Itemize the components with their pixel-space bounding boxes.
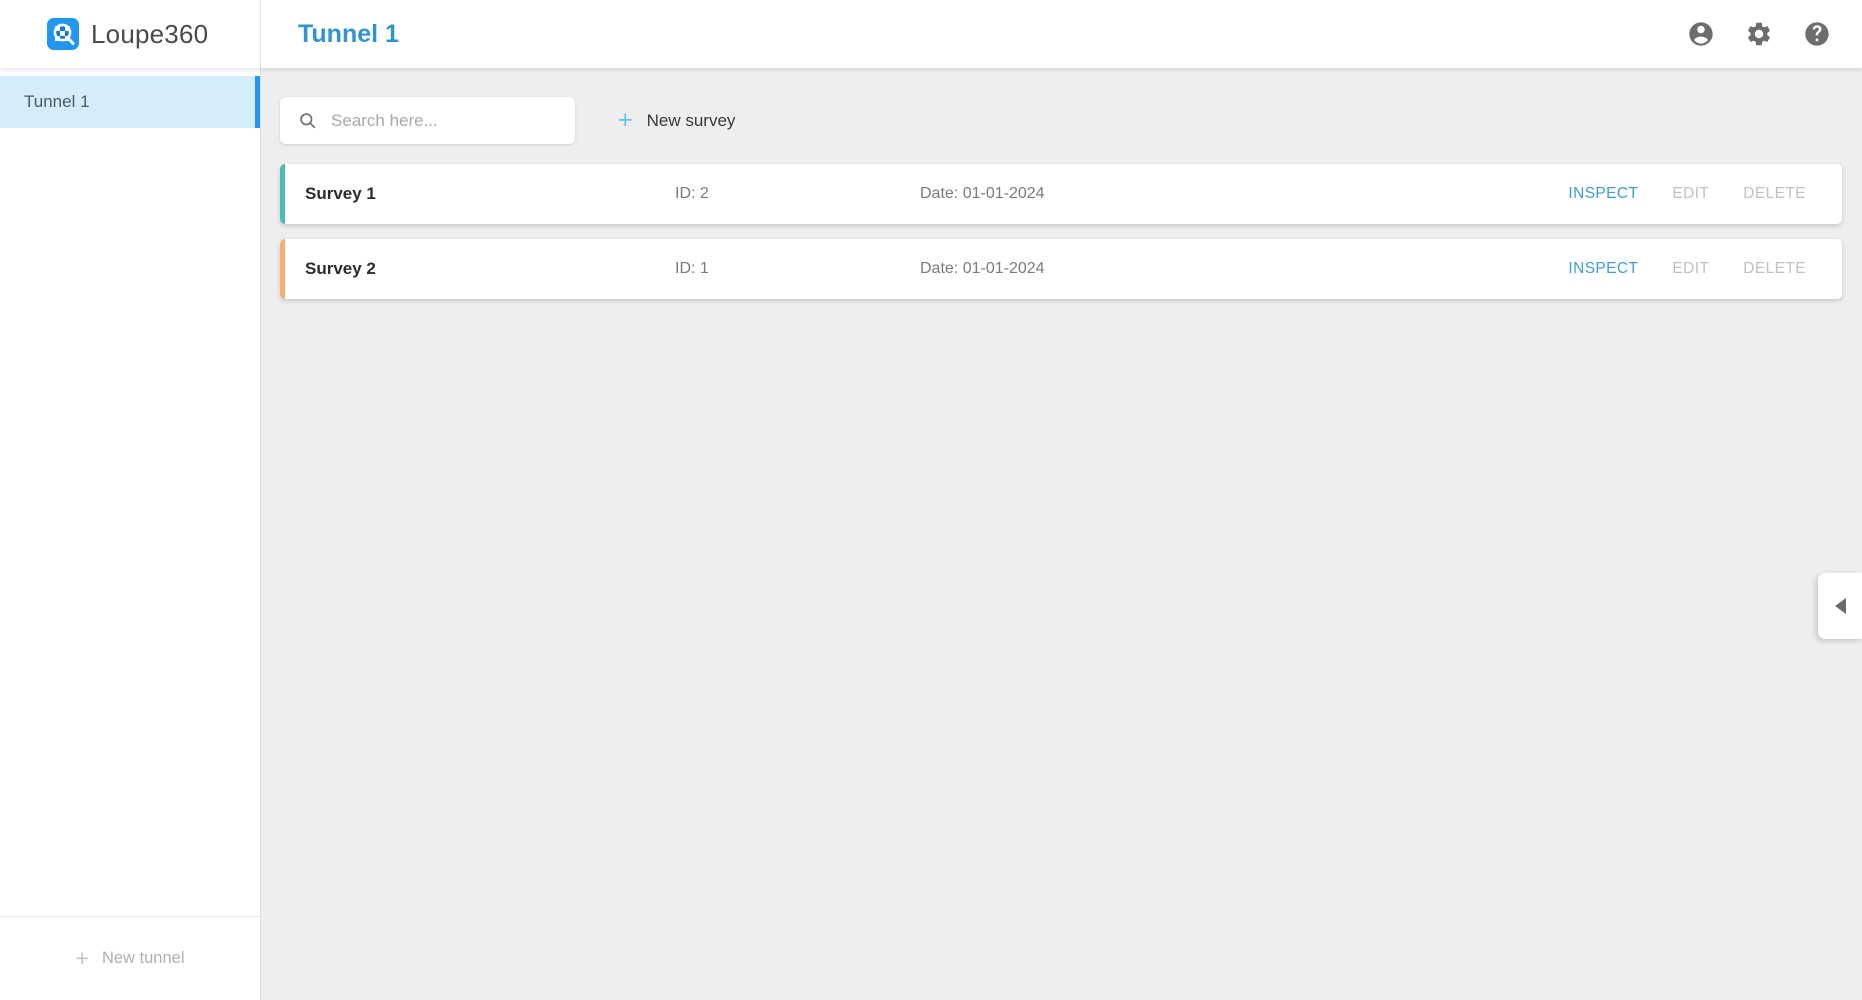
survey-date: Date: 01-01-2024 <box>920 185 1045 202</box>
row-actions: INSPECT EDIT DELETE <box>1568 260 1842 278</box>
new-survey-label: New survey <box>646 110 736 130</box>
survey-date: Date: 01-01-2024 <box>920 260 1045 277</box>
gear-icon[interactable] <box>1744 19 1774 49</box>
delete-button[interactable]: DELETE <box>1743 260 1806 278</box>
new-tunnel-label: New tunnel <box>101 949 185 967</box>
sidebar-item-label: Tunnel 1 <box>24 92 90 111</box>
loupe-magnifier-icon <box>47 18 79 50</box>
search-input[interactable] <box>331 110 546 131</box>
delete-button[interactable]: DELETE <box>1743 185 1806 203</box>
sidebar-tunnel-list: Tunnel 1 <box>0 68 260 916</box>
app-root: Loupe360 Tunnel 1 Tunnel 1 + New tunnel … <box>0 0 1862 1000</box>
row-accent-bar <box>280 239 285 299</box>
page-title: Tunnel 1 <box>298 19 399 48</box>
survey-name: Survey 1 <box>305 184 376 203</box>
body-wrapper: Tunnel 1 + New tunnel Search here... + N… <box>0 68 1862 1000</box>
plus-icon: + <box>75 945 89 971</box>
survey-id: ID: 1 <box>675 260 709 277</box>
table-row[interactable]: Survey 1 ID: 2 Date: 01-01-2024 INSPECT … <box>280 164 1842 224</box>
inspect-button[interactable]: INSPECT <box>1568 185 1638 203</box>
row-accent-bar <box>280 164 285 224</box>
plus-icon: + <box>618 106 633 134</box>
survey-id: ID: 2 <box>675 185 709 202</box>
inspect-button[interactable]: INSPECT <box>1568 260 1638 278</box>
edit-button[interactable]: EDIT <box>1672 260 1709 278</box>
new-tunnel-button[interactable]: + New tunnel <box>62 941 199 976</box>
survey-list: Survey 1 ID: 2 Date: 01-01-2024 INSPECT … <box>261 164 1862 299</box>
edit-button[interactable]: EDIT <box>1672 185 1709 203</box>
panel-collapse-toggle[interactable] <box>1818 573 1862 639</box>
main-content: + New survey Survey 1 ID: 2 Date: 01-01-… <box>261 68 1862 1000</box>
sidebar-footer: + New tunnel <box>0 916 260 1000</box>
help-circle-icon[interactable] <box>1802 19 1832 49</box>
app-header: Loupe360 Tunnel 1 <box>0 0 1862 68</box>
sidebar: Tunnel 1 + New tunnel <box>0 68 261 1000</box>
row-actions: INSPECT EDIT DELETE <box>1568 185 1842 203</box>
search-icon <box>298 111 317 130</box>
account-circle-icon[interactable] <box>1686 19 1716 49</box>
survey-name: Survey 2 <box>305 259 376 278</box>
brand-name: Loupe360 <box>91 18 209 49</box>
survey-toolbar: + New survey <box>261 68 1862 144</box>
header-icon-group <box>1686 19 1862 49</box>
sidebar-item-tunnel-1[interactable]: Tunnel 1 <box>0 76 260 128</box>
chevron-left-icon <box>1834 598 1846 614</box>
search-box[interactable] <box>280 97 575 144</box>
brand-logo[interactable]: Loupe360 <box>0 0 261 68</box>
table-row[interactable]: Survey 2 ID: 1 Date: 01-01-2024 INSPECT … <box>280 239 1842 299</box>
new-survey-button[interactable]: + New survey <box>608 100 745 141</box>
